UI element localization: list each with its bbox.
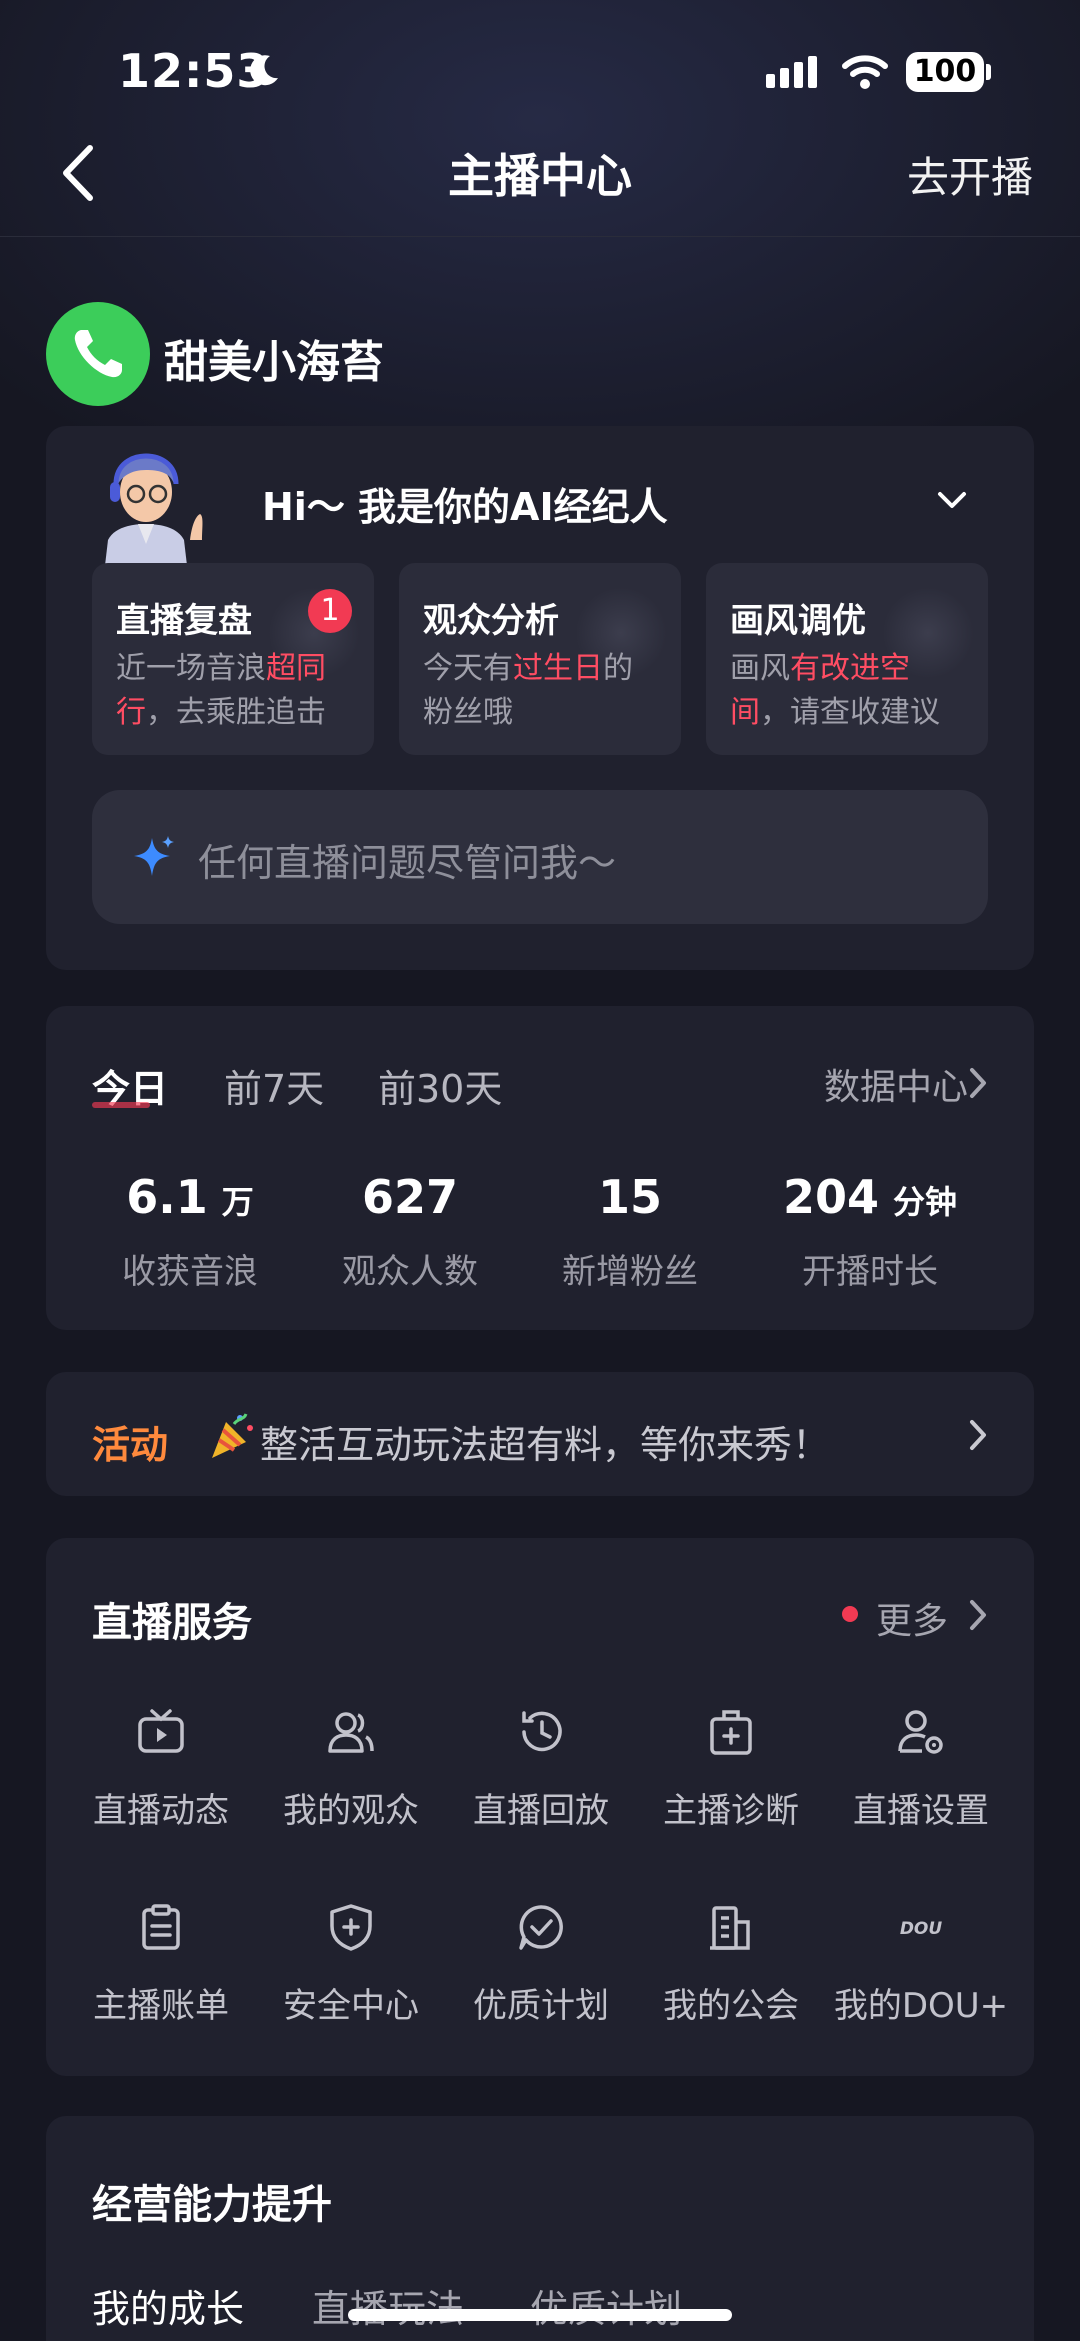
tab-7-days[interactable]: 前7天 (224, 1058, 324, 1113)
svg-text:DOU: DOU (900, 1919, 943, 1939)
avatar[interactable] (46, 302, 150, 406)
tab-active-indicator (92, 1102, 150, 1108)
shield-plus-icon (330, 1904, 372, 1951)
check-bubble-icon (519, 1905, 563, 1950)
card-title: 画风调优 (730, 601, 866, 641)
party-popper-icon (212, 1413, 253, 1458)
battery-tip (986, 64, 991, 80)
more-dot-indicator (842, 1606, 858, 1622)
service-my-audience[interactable]: 我的观众 (256, 1707, 446, 1857)
go-live-button[interactable]: 去开播 (907, 144, 1033, 205)
sparkle-icon (134, 836, 174, 876)
nav-divider (0, 236, 1080, 237)
more-link[interactable]: 更多 (876, 1592, 948, 1644)
dou-logo-icon: DOU (900, 1919, 943, 1939)
service-label: 安全中心 (283, 1986, 419, 2026)
activity-label: 活动 (92, 1423, 169, 1467)
stat-value: 6.1 万 (126, 1170, 254, 1224)
chevron-down-icon[interactable] (936, 488, 968, 512)
notification-badge: 1 (308, 589, 352, 633)
service-label: 直播设置 (853, 1791, 989, 1831)
phone-icon (74, 330, 122, 378)
tv-play-icon (138, 1709, 184, 1753)
wifi-icon (842, 55, 888, 89)
tab-my-growth[interactable]: 我的成长 (92, 2278, 244, 2333)
service-streamer-diagnosis[interactable]: 主播诊断 (636, 1707, 826, 1857)
service-streamer-bill[interactable]: 主播账单 (66, 1902, 256, 2052)
moon-icon (250, 55, 278, 86)
medical-kit-icon (710, 1710, 752, 1755)
audience-analysis-card[interactable]: 观众分析 今天有过生日的粉丝哦 (399, 563, 681, 755)
data-center-link[interactable]: 数据中心 (824, 1058, 968, 1110)
chevron-right-icon[interactable] (968, 1418, 988, 1452)
service-label: 主播诊断 (663, 1791, 799, 1831)
section-title: 直播服务 (92, 1600, 252, 1646)
service-quality-plan[interactable]: 优质计划 (446, 1902, 636, 2052)
stat-value: 627 (361, 1170, 459, 1224)
service-live-dynamics[interactable]: 直播动态 (66, 1707, 256, 1857)
card-description: 画风有改进空间，请查收建议 (730, 651, 940, 730)
service-label: 直播动态 (93, 1791, 229, 1831)
stat-value: 15 (597, 1170, 662, 1224)
tab-quality-plan[interactable]: 优质计划 (530, 2278, 682, 2333)
ai-agent-avatar-icon (104, 453, 203, 574)
audience-icon (328, 1712, 374, 1753)
service-security-center[interactable]: 安全中心 (256, 1902, 446, 2052)
chevron-right-icon[interactable] (968, 1066, 988, 1100)
status-bar: 12:53 100 (0, 0, 1080, 140)
stat-value: 204 分钟 (782, 1170, 958, 1224)
service-live-replay[interactable]: 直播回放 (446, 1707, 636, 1857)
replay-clock-icon (522, 1711, 562, 1752)
service-label: 主播账单 (93, 1986, 229, 2026)
tab-live-play[interactable]: 直播玩法 (312, 2278, 464, 2333)
user-name: 甜美小海苔 (164, 337, 384, 388)
style-tuning-card[interactable]: 画风调优 画风有改进空间，请查收建议 (706, 563, 988, 755)
service-label: 我的观众 (283, 1791, 419, 1831)
live-review-card[interactable]: 直播复盘 1 近一场音浪超同行，去乘胜追击 (92, 563, 374, 755)
service-my-guild[interactable]: 我的公会 (636, 1902, 826, 2052)
service-label: 我的公会 (663, 1986, 799, 2026)
tab-30-days[interactable]: 前30天 (378, 1058, 502, 1113)
chevron-right-icon[interactable] (968, 1598, 988, 1632)
signal-icon (766, 56, 822, 88)
stat-label: 观众人数 (342, 1252, 478, 1292)
service-my-dou[interactable]: DOU 我的DOU+ (826, 1902, 1016, 2052)
ask-ai-input[interactable]: 任何直播问题尽管问我～ (92, 790, 988, 924)
card-description: 近一场音浪超同行，去乘胜追击 (116, 651, 326, 730)
stat-label: 新增粉丝 (562, 1252, 698, 1292)
user-settings-icon (898, 1710, 943, 1754)
ai-agent-greeting: Hi～ 我是你的AI经纪人 (262, 485, 668, 529)
card-title: 直播复盘 (116, 601, 252, 641)
service-label: 直播回放 (473, 1791, 609, 1831)
stat-label: 开播时长 (802, 1252, 938, 1292)
battery-indicator: 100 (906, 52, 984, 92)
clipboard-icon (142, 1904, 180, 1950)
home-indicator[interactable] (348, 2309, 732, 2321)
section-title: 经营能力提升 (92, 2182, 332, 2228)
service-live-settings[interactable]: 直播设置 (826, 1707, 1016, 1857)
activity-text: 整活互动玩法超有料，等你来秀！ (260, 1423, 831, 1467)
service-label: 优质计划 (473, 1986, 609, 2026)
ask-placeholder: 任何直播问题尽管问我～ (198, 841, 617, 885)
building-icon (710, 1906, 750, 1950)
service-label: 我的DOU+ (833, 1986, 1009, 2026)
card-description: 今天有过生日的粉丝哦 (423, 651, 633, 730)
card-title: 观众分析 (423, 601, 559, 641)
stat-label: 收获音浪 (122, 1252, 258, 1292)
